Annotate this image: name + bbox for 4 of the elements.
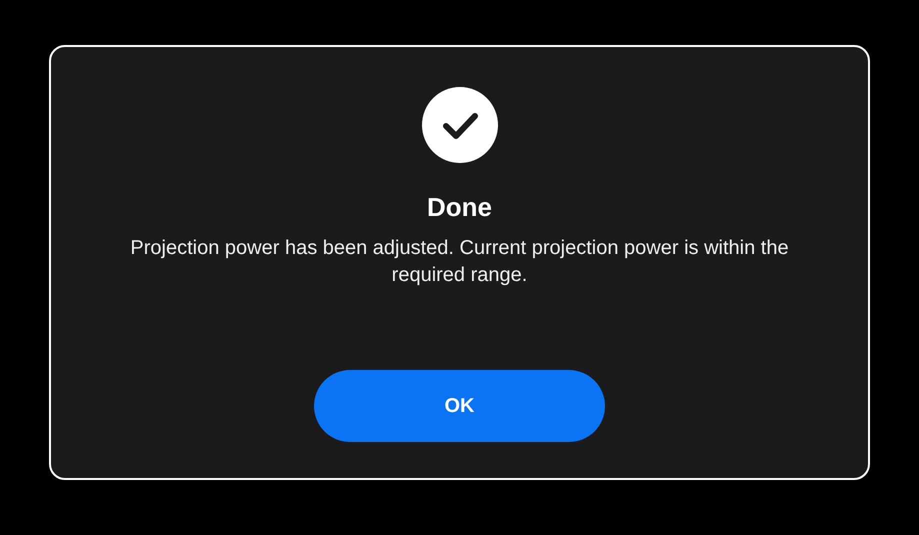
dialog-title: Done [427,191,492,223]
ok-button[interactable]: OK [314,370,605,442]
dialog-message: Projection power has been adjusted. Current projection power is within the required range. [129,236,790,288]
checkmark-icon [422,87,498,163]
